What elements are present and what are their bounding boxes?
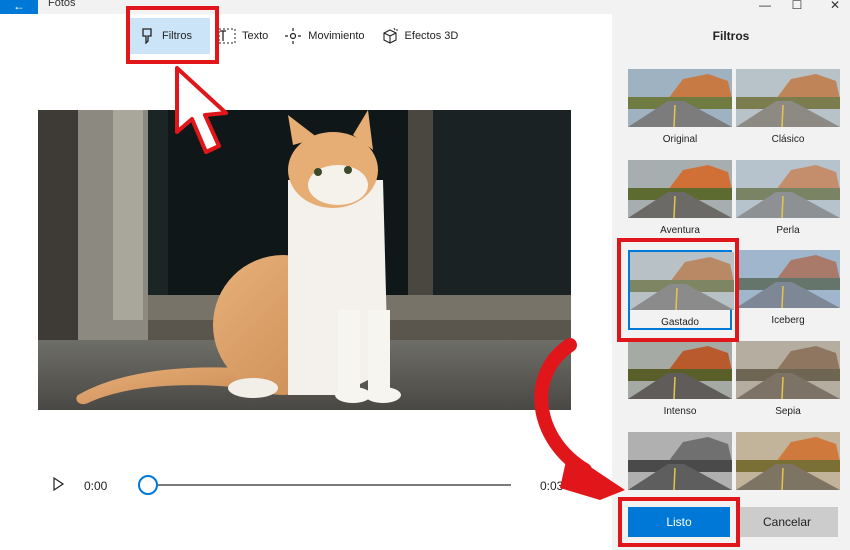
pointer-arrow [175,66,228,154]
curved-arrow-head [560,452,625,500]
curved-arrow [534,338,592,477]
annotation-arrows [175,66,625,500]
